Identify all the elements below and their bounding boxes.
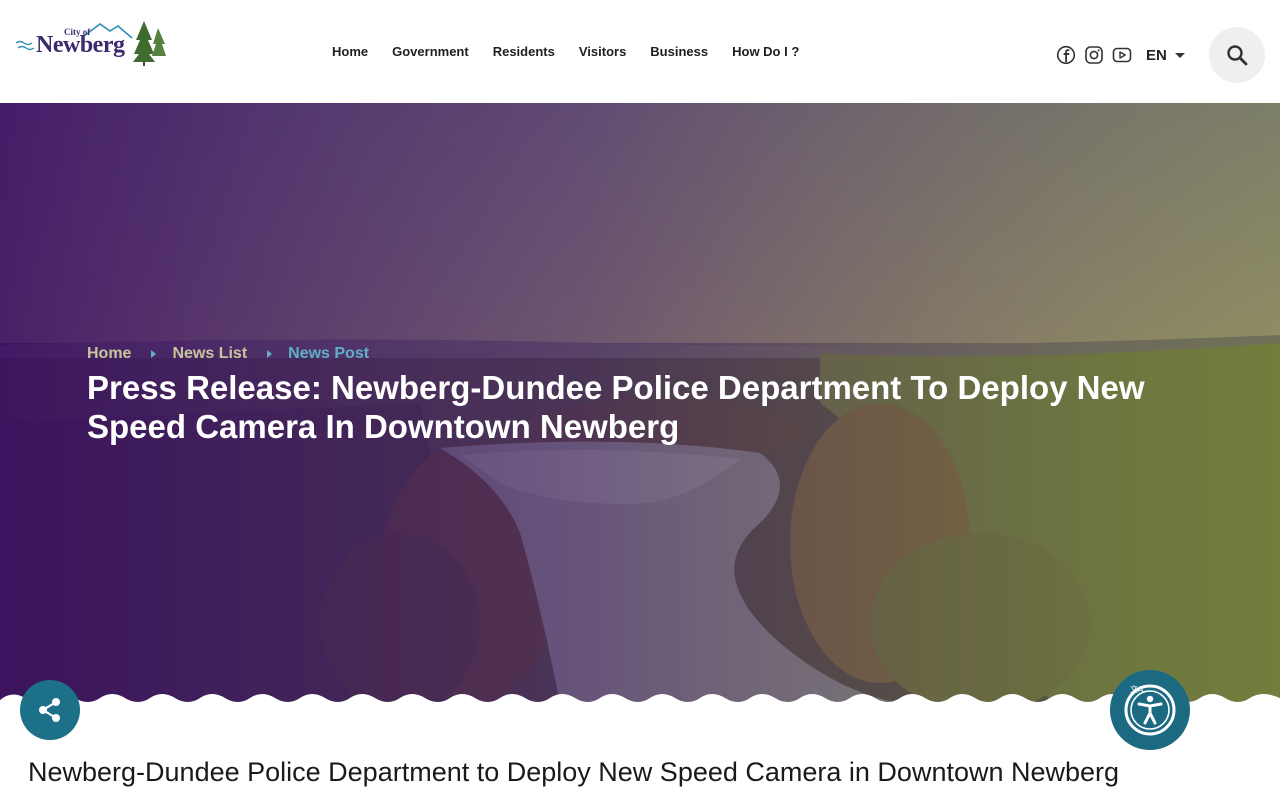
accessibility-icon: 文A [1124,684,1176,736]
chevron-right-icon [267,350,273,358]
search-button[interactable] [1209,27,1265,83]
language-label: EN [1146,46,1167,64]
nav-residents[interactable]: Residents [481,42,567,62]
share-button[interactable] [20,680,80,740]
breadcrumb-home[interactable]: Home [87,345,131,363]
main-nav: Home Government Residents Visitors Busin… [320,42,811,62]
chevron-down-icon [1174,52,1185,58]
page-title: Press Release: Newberg-Dundee Police Dep… [87,369,1145,445]
instagram-icon[interactable] [1084,45,1104,65]
svg-text:文A: 文A [1130,684,1144,694]
city-logo[interactable]: City of Newberg [14,18,170,68]
wave-divider [0,694,1280,718]
share-icon [39,698,60,722]
hero-banner: Home News List News Post Press Release: … [0,103,1280,703]
facebook-icon[interactable] [1056,45,1076,65]
breadcrumb-news-list[interactable]: News List [172,345,247,363]
breadcrumb-news-post: News Post [288,345,370,362]
nav-government[interactable]: Government [380,42,481,62]
chevron-right-icon [151,350,157,358]
youtube-icon[interactable] [1112,45,1132,65]
nav-home[interactable]: Home [320,42,380,62]
site-header: City of Newberg Home Government Resident… [0,0,1280,103]
nav-how-do-i[interactable]: How Do I ? [720,42,811,62]
breadcrumb: Home News List News Post [87,345,369,363]
nav-business[interactable]: Business [638,42,720,62]
article-heading: Newberg-Dundee Police Department to Depl… [28,757,1120,787]
language-selector[interactable]: EN [1146,45,1185,65]
logo-name-text: Newberg [36,32,125,58]
nav-visitors[interactable]: Visitors [567,42,638,62]
accessibility-button[interactable]: 文A [1110,670,1190,750]
search-icon [1227,45,1248,66]
